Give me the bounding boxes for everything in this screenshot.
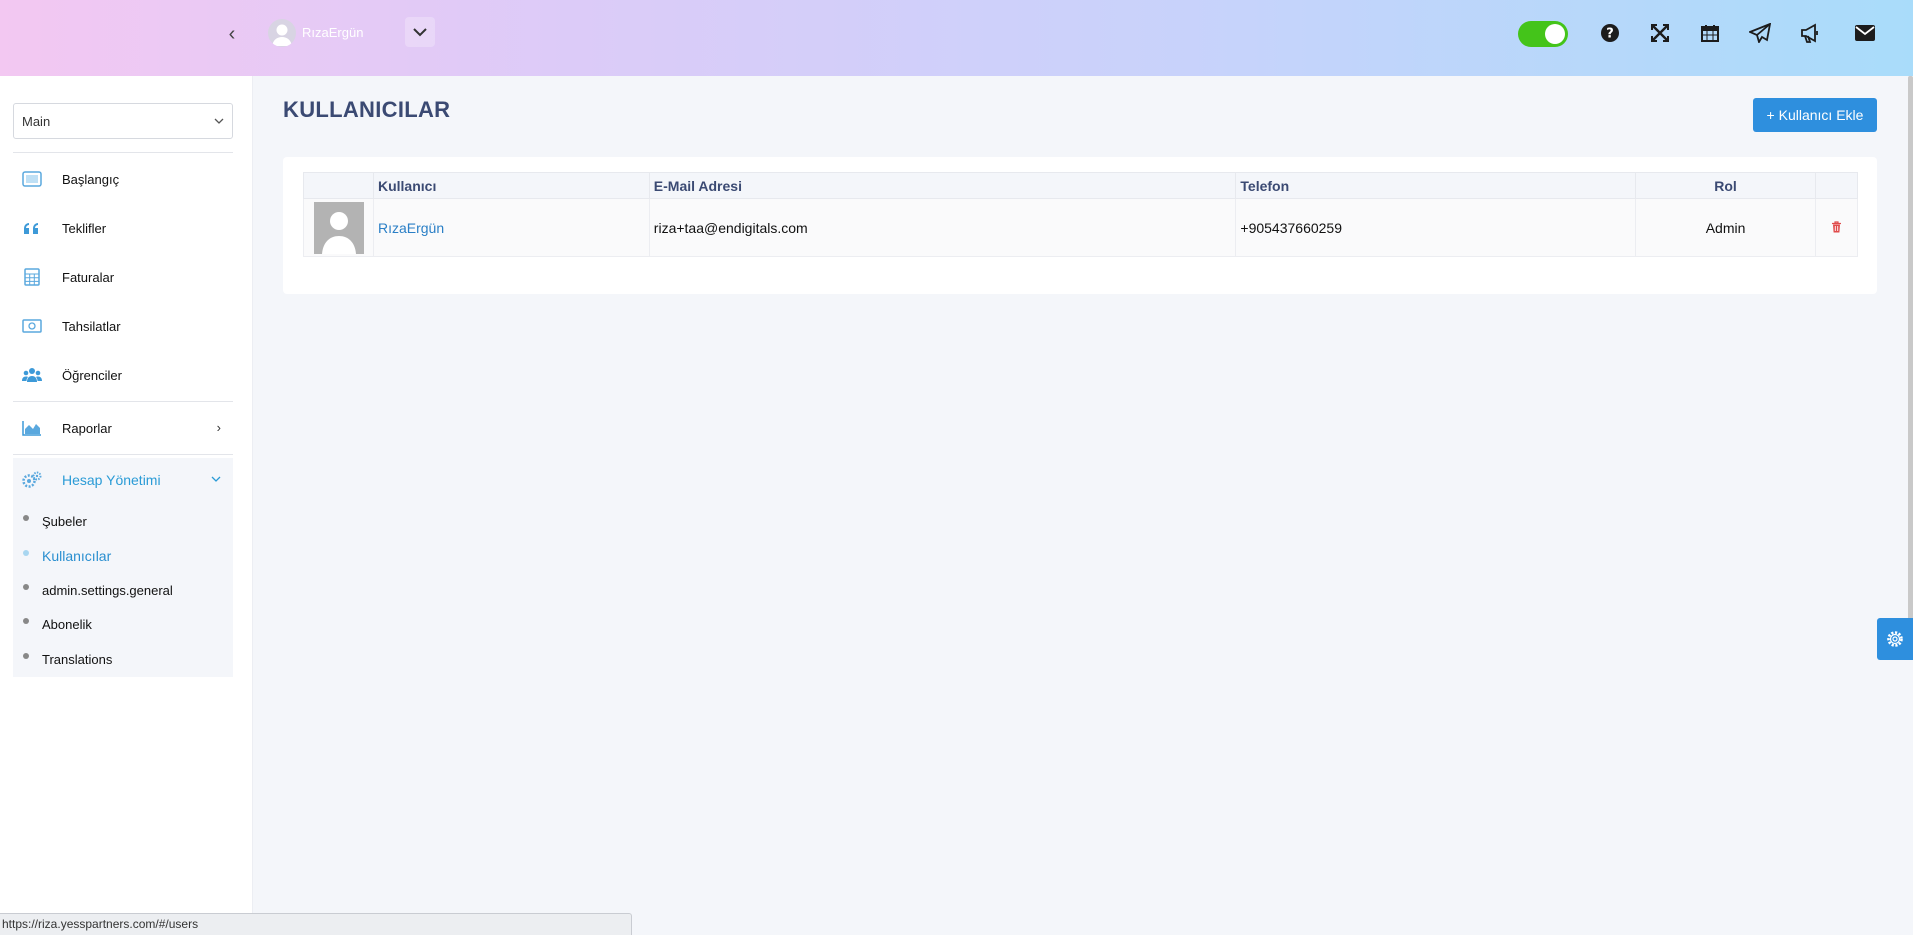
divider — [13, 454, 233, 455]
sidebar-subitem-translations[interactable]: Translations — [13, 644, 233, 674]
chevron-down-icon — [211, 476, 221, 482]
add-user-button[interactable]: + Kullanıcı Ekle — [1753, 98, 1877, 132]
top-bar: ‹ RızaErgün ? — [0, 0, 1913, 76]
column-header-phone: Telefon — [1235, 172, 1637, 199]
user-name[interactable]: RızaErgün — [302, 25, 363, 40]
settings-panel-button[interactable] — [1877, 618, 1913, 660]
sidebar-item-label: Raporlar — [62, 420, 112, 436]
sidebar-subitem-label: Kullanıcılar — [42, 548, 112, 564]
area-chart-icon — [22, 419, 42, 437]
bullet — [23, 584, 29, 590]
calendar-icon[interactable] — [1695, 18, 1725, 48]
column-header-email: E-Mail Adresi — [648, 172, 1237, 199]
user-link[interactable]: RızaErgün — [378, 220, 444, 236]
user-photo — [314, 201, 364, 254]
sidebar-item-faturalar[interactable]: Faturalar — [13, 255, 233, 299]
sidebar-item-ogrenciler[interactable]: Öğrenciler — [13, 353, 233, 397]
sidebar: Main Başlangıç Teklifler Faturalar Tahsi… — [0, 76, 253, 935]
users-card: Kullanıcı E-Mail Adresi Telefon Rol Rıza… — [283, 157, 1877, 294]
bullet — [23, 515, 29, 521]
sidebar-subitem-subeler[interactable]: Şubeler — [13, 506, 233, 536]
collapse-sidebar-button[interactable]: ‹ — [222, 22, 242, 46]
sidebar-item-label: Öğrenciler — [62, 367, 122, 383]
theme-toggle[interactable] — [1518, 21, 1568, 47]
fullscreen-icon[interactable] — [1645, 18, 1675, 48]
status-bar-url: https://riza.yesspartners.com/#/users — [0, 913, 632, 935]
sidebar-item-raporlar[interactable]: Raporlar › — [13, 406, 233, 450]
sidebar-subitem-kullanicilar[interactable]: Kullanıcılar — [13, 541, 233, 571]
phone-cell: +905437660259 — [1235, 198, 1637, 257]
chevron-down-icon[interactable] — [405, 17, 435, 47]
avatar[interactable] — [268, 19, 296, 47]
bullet — [23, 550, 29, 556]
divider — [13, 152, 233, 153]
scrollbar[interactable] — [1908, 76, 1913, 656]
sidebar-subitem-label: admin.settings.general — [42, 582, 173, 598]
table-row: RızaErgün riza+taa@endigitals.com +90543… — [303, 198, 1859, 257]
mail-icon[interactable] — [1850, 18, 1880, 48]
bullet — [23, 653, 29, 659]
cogs-icon — [22, 471, 42, 489]
sidebar-item-hesap-yonetimi[interactable]: Hesap Yönetimi — [13, 458, 233, 502]
sidebar-subitem-label: Translations — [42, 651, 113, 667]
users-table: Kullanıcı E-Mail Adresi Telefon Rol Rıza… — [303, 172, 1859, 257]
chevron-right-icon: › — [216, 420, 221, 435]
sidebar-item-label: Teklifler — [62, 220, 107, 236]
sidebar-subitem-label: Şubeler — [42, 513, 87, 529]
money-icon — [22, 317, 42, 335]
column-header-user: Kullanıcı — [372, 172, 650, 199]
bullet — [23, 618, 29, 624]
column-header-avatar — [303, 172, 374, 199]
column-header-role: Rol — [1635, 172, 1816, 199]
monitor-icon — [22, 170, 42, 188]
sidebar-item-tahsilatlar[interactable]: Tahsilatlar — [13, 304, 233, 348]
menu-select-value: Main — [22, 113, 51, 129]
avatar-cell — [303, 198, 374, 257]
actions-cell — [1814, 198, 1859, 257]
table-header-row: Kullanıcı E-Mail Adresi Telefon Rol — [303, 172, 1859, 199]
svg-text:?: ? — [1606, 27, 1614, 42]
quote-icon — [22, 219, 42, 237]
sidebar-subitem-settings-general[interactable]: admin.settings.general — [13, 575, 233, 605]
trash-icon[interactable] — [1831, 220, 1842, 236]
calculator-icon — [22, 268, 42, 286]
users-icon — [22, 366, 42, 384]
sidebar-item-label: Başlangıç — [62, 171, 120, 187]
role-cell: Admin — [1635, 198, 1816, 257]
sidebar-item-baslangic[interactable]: Başlangıç — [13, 157, 233, 201]
toggle-knob — [1545, 24, 1565, 44]
send-icon[interactable] — [1745, 18, 1775, 48]
menu-select[interactable]: Main — [13, 103, 233, 139]
megaphone-icon[interactable] — [1795, 18, 1825, 48]
user-cell: RızaErgün — [372, 198, 650, 257]
divider — [13, 401, 233, 402]
sidebar-item-teklifler[interactable]: Teklifler — [13, 206, 233, 250]
sidebar-item-label: Tahsilatlar — [62, 318, 121, 334]
column-header-actions — [1814, 172, 1859, 199]
sidebar-item-label: Faturalar — [62, 269, 115, 285]
page-title: KULLANICILAR — [283, 97, 451, 122]
email-cell: riza+taa@endigitals.com — [648, 198, 1237, 257]
sidebar-item-label: Hesap Yönetimi — [62, 472, 161, 488]
chevron-down-icon — [214, 118, 224, 124]
gear-icon — [1887, 631, 1903, 647]
help-icon[interactable]: ? — [1595, 18, 1625, 48]
sidebar-subitem-label: Abonelik — [42, 616, 92, 632]
sidebar-subitem-abonelik[interactable]: Abonelik — [13, 609, 233, 639]
